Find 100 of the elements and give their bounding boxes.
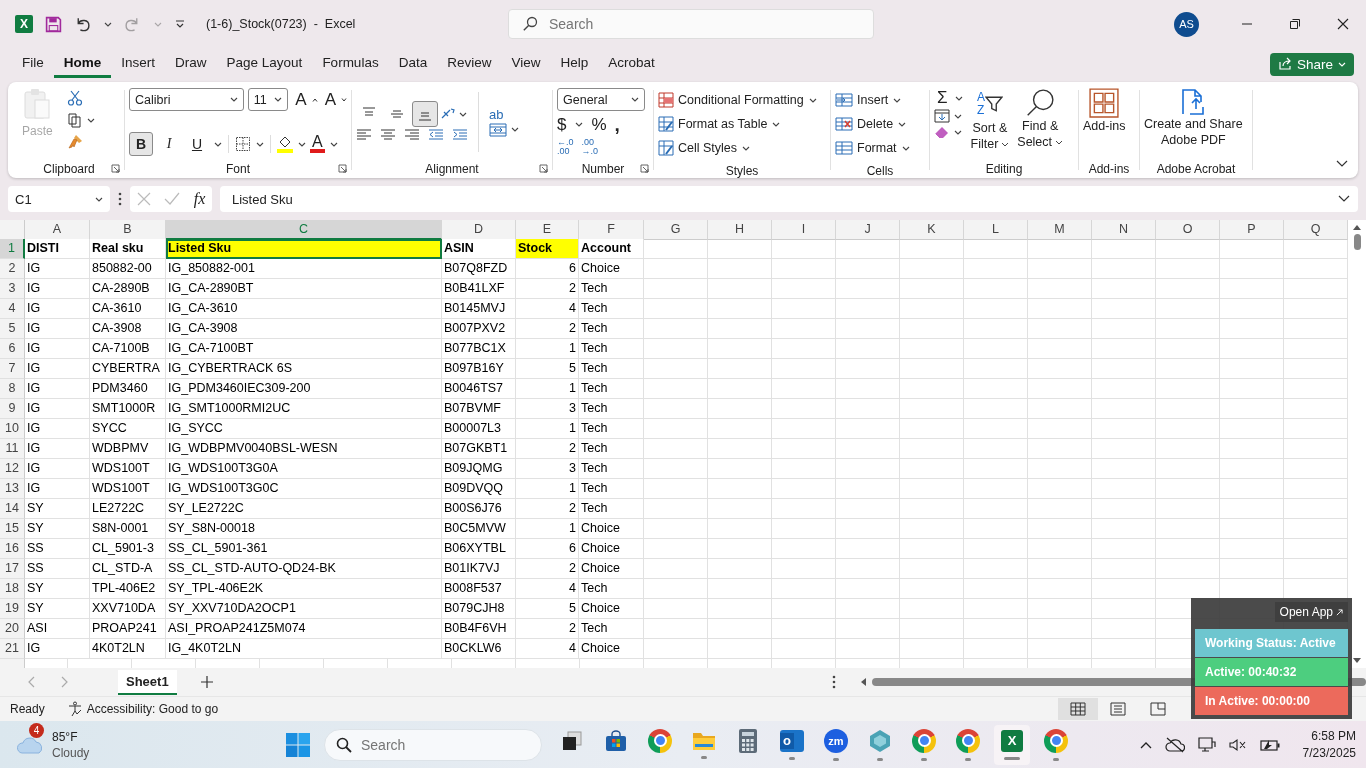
- add-ins-button[interactable]: Add-ins: [1083, 88, 1126, 134]
- accessibility-status[interactable]: Accessibility: Good to go: [86, 702, 219, 716]
- sheet-tab[interactable]: Sheet1: [118, 669, 177, 695]
- caret-icon[interactable]: [511, 127, 519, 132]
- caret-icon[interactable]: [274, 97, 283, 102]
- caret-icon[interactable]: [214, 141, 222, 147]
- scroll-up-icon[interactable]: [1353, 224, 1361, 230]
- chevron-up-icon[interactable]: [1139, 740, 1152, 749]
- clock-time[interactable]: 6:58 PM: [1311, 727, 1356, 745]
- caret-icon[interactable]: [86, 117, 95, 123]
- currency-button[interactable]: $: [557, 114, 567, 135]
- caret-icon[interactable]: [893, 97, 902, 103]
- caret-icon[interactable]: [298, 141, 306, 147]
- check-icon[interactable]: [164, 192, 181, 206]
- merge-cells-icon[interactable]: [489, 121, 507, 138]
- borders-icon[interactable]: [235, 136, 251, 152]
- caret-icon[interactable]: [954, 95, 963, 101]
- column-header[interactable]: G: [644, 220, 708, 240]
- restore-icon[interactable]: [1289, 18, 1301, 30]
- font-size-dropdown[interactable]: 11: [247, 88, 289, 111]
- styles-menu-item[interactable]: Conditional Formatting: [678, 93, 804, 107]
- ribbon-tab[interactable]: Home: [53, 50, 112, 78]
- column-header[interactable]: N: [1092, 220, 1156, 240]
- format-painter-icon[interactable]: [66, 134, 83, 150]
- ribbon-tab[interactable]: Draw: [165, 50, 217, 78]
- italic-button[interactable]: I: [157, 132, 181, 156]
- caret-icon[interactable]: [742, 145, 751, 151]
- caret-icon[interactable]: [459, 111, 467, 117]
- scroll-left-icon[interactable]: [860, 678, 866, 686]
- caret-icon[interactable]: [95, 196, 103, 202]
- start-icon[interactable]: [286, 732, 310, 757]
- autosum-button[interactable]: Σ: [934, 88, 951, 108]
- column-header[interactable]: I: [772, 220, 836, 240]
- ribbon-tab[interactable]: Formulas: [312, 50, 389, 78]
- scroll-down-icon[interactable]: [1353, 658, 1361, 664]
- fill-color-icon[interactable]: [277, 135, 293, 153]
- column-header[interactable]: Q: [1284, 220, 1348, 240]
- find-select-button[interactable]: Find & Select: [1017, 88, 1064, 150]
- name-box[interactable]: C1: [8, 186, 110, 212]
- launcher-icon[interactable]: [111, 164, 120, 173]
- ribbon-tab[interactable]: Page Layout: [216, 50, 313, 78]
- taskbar-button[interactable]: zm: [818, 724, 854, 765]
- caret-icon[interactable]: [772, 121, 781, 127]
- bottom-align-button[interactable]: [412, 101, 438, 127]
- underline-button[interactable]: U: [185, 132, 209, 156]
- increase-decimal-button[interactable]: ←.0 .00: [557, 138, 574, 156]
- column-header[interactable]: K: [900, 220, 964, 240]
- font-name-dropdown[interactable]: Calibri: [129, 88, 244, 111]
- clock-date[interactable]: 7/23/2025: [1302, 744, 1356, 762]
- wrap-text-button[interactable]: ab: [489, 106, 519, 122]
- row-number[interactable]: 1: [0, 239, 25, 259]
- scrollbar-thumb[interactable]: [1353, 234, 1361, 250]
- add-sheet-icon[interactable]: [200, 676, 213, 688]
- caret-icon[interactable]: [329, 141, 338, 147]
- column-header[interactable]: M: [1028, 220, 1092, 240]
- ribbon-tab[interactable]: View: [501, 50, 551, 78]
- close-icon[interactable]: [1337, 18, 1349, 30]
- create-pdf-button[interactable]: Create and Share Adobe PDF: [1144, 88, 1243, 148]
- column-header[interactable]: O: [1156, 220, 1220, 240]
- number-format-dropdown[interactable]: General: [557, 88, 645, 111]
- cells-menu-item[interactable]: Format: [857, 141, 897, 155]
- caret-icon[interactable]: [898, 121, 907, 127]
- caret-icon[interactable]: [954, 129, 962, 135]
- styles-menu-item[interactable]: Cell Styles: [678, 141, 738, 155]
- accessibility-icon[interactable]: [66, 701, 83, 717]
- network-icon[interactable]: [1197, 736, 1216, 753]
- caret-icon[interactable]: [575, 122, 584, 127]
- caret-icon[interactable]: [229, 97, 238, 102]
- launcher-icon[interactable]: [338, 164, 347, 173]
- expand-icon[interactable]: [1338, 195, 1350, 203]
- ribbon-tab[interactable]: Acrobat: [598, 50, 665, 78]
- more-options-icon[interactable]: [832, 675, 836, 689]
- collapse-ribbon-icon[interactable]: [1336, 160, 1348, 168]
- shrink-font-button[interactable]: A: [321, 89, 339, 110]
- column-header[interactable]: C: [166, 220, 442, 240]
- fill-down-icon[interactable]: [934, 108, 950, 124]
- cloud-off-icon[interactable]: [1164, 736, 1185, 753]
- taskbar-button[interactable]: X: [994, 724, 1030, 765]
- ribbon-tab[interactable]: File: [12, 50, 54, 78]
- percent-button[interactable]: %: [591, 114, 607, 135]
- ribbon-tab[interactable]: Insert: [111, 50, 166, 78]
- column-header[interactable]: P: [1220, 220, 1284, 240]
- open-app-button[interactable]: Open App: [1274, 602, 1348, 622]
- scissors-icon[interactable]: [66, 90, 83, 106]
- grow-font-button[interactable]: A: [292, 89, 310, 110]
- align-left-icon[interactable]: [356, 127, 372, 143]
- caret-icon[interactable]: [631, 97, 639, 102]
- volume-muted-icon[interactable]: [1228, 737, 1247, 752]
- align-right-icon[interactable]: [404, 127, 420, 143]
- decrease-decimal-button[interactable]: .00 →.0: [581, 138, 599, 156]
- bold-button[interactable]: B: [129, 132, 153, 156]
- column-header[interactable]: H: [708, 220, 772, 240]
- launcher-icon[interactable]: [640, 164, 649, 173]
- column-header[interactable]: L: [964, 220, 1028, 240]
- save-icon[interactable]: [45, 15, 62, 33]
- column-header[interactable]: J: [836, 220, 900, 240]
- sort-filter-button[interactable]: A Z Sort & Filter: [970, 88, 1010, 152]
- search-field[interactable]: Search: [508, 9, 874, 39]
- caret-icon[interactable]: [256, 141, 264, 147]
- caret-icon[interactable]: [954, 113, 962, 119]
